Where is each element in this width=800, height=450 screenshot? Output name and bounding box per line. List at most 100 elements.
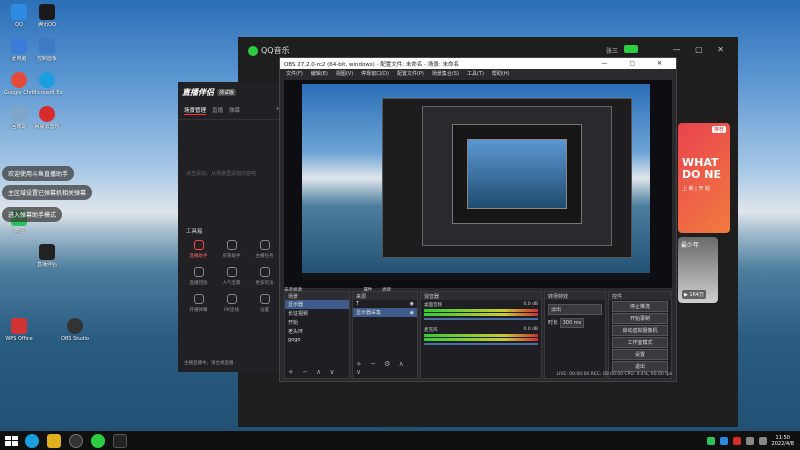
desktop-icon-control-panel[interactable]: 控制面板 [32, 38, 62, 72]
computer-icon [11, 38, 27, 54]
obs-title: OBS 27.2.0-rc2 (64-bit, windows) - 配置文件:… [284, 61, 459, 68]
tool-item[interactable]: PK连线 [215, 294, 248, 313]
obs-window[interactable]: OBS 27.2.0-rc2 (64-bit, windows) - 配置文件:… [279, 57, 677, 382]
tencent-qq-icon [39, 4, 55, 20]
stop-streaming-button[interactable]: 停止推流 [612, 301, 668, 312]
menu-view[interactable]: 视图(V) [336, 70, 353, 77]
menu-scene-collection[interactable]: 场景集合(S) [432, 70, 459, 77]
volume-icon[interactable] [758, 436, 767, 445]
source-item[interactable]: T ◉ [353, 300, 417, 308]
audio-meter [424, 334, 538, 337]
scenes-dock[interactable]: 场景 显示器 长征视频 开始 老头环 gogo + − ∧ ∨ [284, 291, 350, 379]
preview-desktop [302, 84, 650, 280]
duration-input[interactable]: 300 ms [559, 318, 585, 328]
scene-item[interactable]: gogo [285, 336, 349, 344]
tool-item[interactable]: 开播弹幕 [182, 294, 215, 313]
studio-mode-button[interactable]: 工作室模式 [612, 337, 668, 348]
qq-tray-icon[interactable] [719, 436, 728, 445]
scene-item[interactable]: 开始 [285, 318, 349, 327]
file-explorer-icon[interactable] [47, 433, 61, 448]
desktop-icon-recycle-bin[interactable]: 回收站 [4, 106, 34, 140]
pk-icon [226, 294, 237, 304]
network-icon[interactable] [745, 436, 754, 445]
more-arrow-icon[interactable]: › [708, 220, 710, 227]
wechat-tray-icon[interactable] [706, 436, 715, 445]
zhibo-icon[interactable] [113, 433, 127, 448]
scene-item[interactable]: 长征视频 [285, 309, 349, 318]
desktop-icon-qq[interactable]: QQ [4, 4, 34, 38]
menu-tools[interactable]: 工具(T) [467, 70, 484, 77]
recommend-badge: 推荐 [711, 126, 726, 133]
eye-icon[interactable]: ◉ [410, 301, 414, 307]
tab-danmaku[interactable]: 弹幕 [229, 106, 240, 115]
source-item[interactable]: 显示器采集 ◉ [353, 308, 417, 317]
desktop-icon-this-pc[interactable]: 此电脑 [4, 38, 34, 72]
menu-edit[interactable]: 编辑(E) [311, 70, 328, 77]
sources-dock[interactable]: 来源 T ◉ 显示器采集 ◉ + − ⚙ ∧ ∨ [352, 291, 418, 379]
notification-bubble[interactable]: 主区域设置已弹幕机相关弹幕 [2, 185, 93, 200]
vip-badge[interactable] [624, 45, 638, 53]
toolbox-grid: 直播助手 房管助手 主播任务 直播回放 人气宝典 更多玩法 开播弹幕 PK连线 … [182, 240, 282, 313]
desktop-icon-netease-music[interactable]: 网易云音乐 [32, 106, 62, 140]
taskbar: 11:50 2022/4/8 [0, 431, 800, 450]
qqmusic-icon[interactable] [91, 433, 105, 448]
control-panel-icon [39, 38, 55, 54]
controls-dock[interactable]: 控件 停止推流 开始录制 启动虚拟摄像机 工作室模式 设置 退出 [608, 291, 672, 379]
obs-window-controls[interactable]: — ▢ ✕ [601, 60, 672, 67]
volume-slider[interactable] [424, 343, 538, 345]
edge-icon [39, 72, 55, 88]
windows-start-icon[interactable] [3, 434, 18, 448]
tool-item[interactable]: 主播任务 [248, 240, 281, 259]
transition-select[interactable]: 淡出 [548, 304, 602, 315]
tool-item[interactable]: 房管助手 [215, 240, 248, 259]
edge-icon[interactable] [25, 433, 39, 448]
tool-item[interactable]: 人气宝典 [215, 267, 248, 286]
zhibo-window[interactable]: 直播伴侣 测试版 ‹ 场景管理 直播 弹幕 + 点击添加，从场景里添加内容吧 工… [178, 82, 286, 372]
admin-icon [226, 240, 237, 250]
notification-bubble[interactable]: 欢迎使用斗鱼直播助手 [2, 166, 75, 181]
tool-item[interactable]: 直播助手 [182, 240, 215, 259]
qqmusic-user[interactable]: 张三 [606, 46, 618, 55]
settings-button[interactable]: 设置 [612, 349, 668, 360]
zhibo-version-badge: 测试版 [217, 88, 237, 96]
desktop-icon-wps[interactable]: WPS Office [4, 318, 34, 352]
exit-button[interactable]: 退出 [612, 361, 668, 372]
recommend-card[interactable]: 推荐 WHAT DO NE 上 新 | 开 始 [678, 123, 730, 233]
menu-help[interactable]: 帮助(H) [492, 70, 510, 77]
notification-bubble[interactable]: 进入弹幕助手模式 [2, 207, 63, 222]
tab-live[interactable]: 直播 [212, 106, 223, 115]
music-tray-icon[interactable] [732, 436, 741, 445]
volume-slider[interactable] [424, 318, 538, 320]
tool-item[interactable]: 更多玩法 [248, 267, 281, 286]
transitions-dock[interactable]: 转场特效 淡出 时长 300 ms [544, 291, 606, 379]
system-tray: 11:50 2022/4/8 [706, 435, 800, 447]
menu-profile[interactable]: 配置文件(P) [397, 70, 424, 77]
desktop-icon-obs[interactable]: OBS Studio [60, 318, 90, 352]
controls-dock-title: 控件 [609, 292, 671, 300]
desktop-icon-chrome[interactable]: Google Chrome [4, 72, 34, 106]
eye-icon[interactable]: ◉ [410, 310, 414, 316]
recycle-bin-icon [11, 106, 27, 122]
tab-scene[interactable]: 场景管理 [184, 106, 207, 115]
menu-file[interactable]: 文件(F) [286, 70, 303, 77]
qqmusic-window-controls[interactable]: — ▢ ✕ [673, 45, 730, 54]
desktop-icon-edge[interactable]: Microsoft Edge [32, 72, 62, 106]
clock[interactable]: 11:50 2022/4/8 [772, 435, 794, 447]
more-icon [259, 267, 270, 277]
desktop-icon-tencent-qq[interactable]: 腾讯QQ [32, 4, 62, 38]
start-recording-button[interactable]: 开始录制 [612, 313, 668, 324]
tool-item[interactable]: 直播回放 [182, 267, 215, 286]
mixer-dock[interactable]: 混音器 桌面音频 0.0 dB 麦克风 0.0 dB [420, 291, 542, 379]
playlist-card[interactable]: 最少年 ▶ 164万 [678, 237, 718, 303]
obs-icon[interactable] [69, 433, 83, 448]
scene-item[interactable]: 老头环 [285, 327, 349, 336]
tool-item[interactable]: 设置 [248, 294, 281, 313]
scene-item[interactable]: 显示器 [285, 300, 349, 309]
danmaku-icon [193, 294, 204, 304]
desktop-icon-zhibo[interactable]: 直播伴侣 [32, 244, 62, 278]
obs-preview[interactable] [284, 80, 672, 288]
task-icon [259, 240, 270, 250]
menu-docks[interactable]: 停靠窗口(D) [361, 70, 389, 77]
virtual-camera-button[interactable]: 启动虚拟摄像机 [612, 325, 668, 336]
qq-icon [11, 4, 27, 20]
